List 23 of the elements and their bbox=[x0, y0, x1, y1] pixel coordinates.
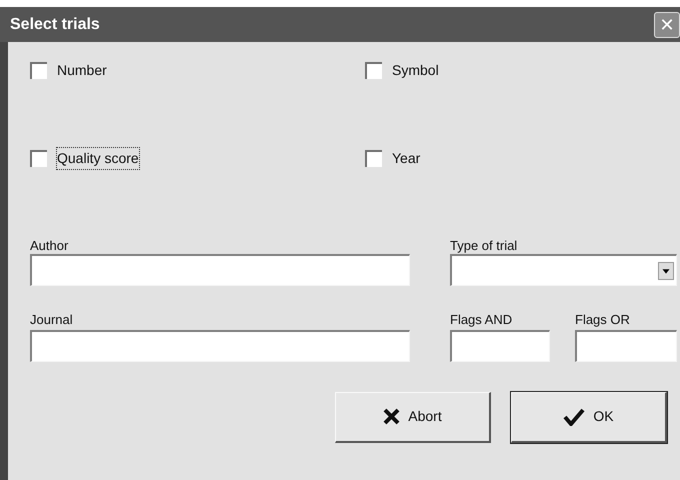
field-label: Type of trial bbox=[450, 237, 518, 254]
field-label: Journal bbox=[30, 311, 74, 328]
checkbox[interactable] bbox=[365, 62, 382, 78]
abort-button[interactable]: Abort bbox=[335, 392, 491, 442]
checkbox-label: Quality score bbox=[57, 148, 139, 168]
checkbox[interactable] bbox=[30, 150, 47, 166]
ok-button[interactable]: OK bbox=[511, 392, 667, 442]
cross-icon bbox=[383, 408, 400, 425]
field-label: Author bbox=[30, 237, 70, 254]
field-label: Flags OR bbox=[575, 311, 631, 329]
journal-field[interactable] bbox=[30, 330, 410, 362]
flags-and-field[interactable] bbox=[450, 330, 550, 362]
checkmark-icon bbox=[563, 408, 586, 426]
field-label: Flags AND bbox=[450, 311, 514, 329]
window-title: Select trials bbox=[10, 14, 100, 34]
checkbox[interactable] bbox=[365, 150, 382, 166]
checkbox-label: Symbol bbox=[392, 60, 439, 80]
type-dropdown[interactable] bbox=[450, 254, 677, 286]
checkbox-label: Year bbox=[392, 148, 420, 168]
author-field[interactable] bbox=[30, 254, 410, 286]
checkbox-label: Number bbox=[57, 60, 107, 80]
checkbox[interactable] bbox=[30, 62, 47, 78]
flags-or-field[interactable] bbox=[575, 330, 677, 362]
